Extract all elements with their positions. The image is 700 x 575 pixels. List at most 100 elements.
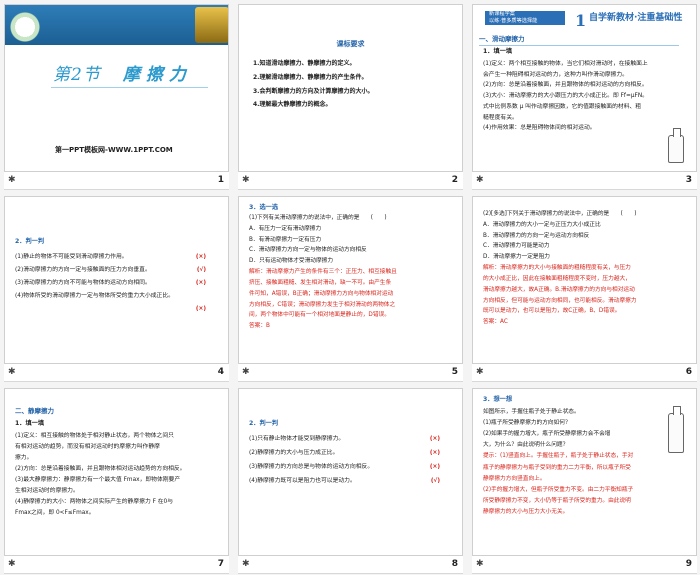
slide-2-bar: ✱ 2 — [238, 172, 463, 190]
sub-heading: 3．想一想 — [483, 396, 513, 403]
list-item: 4.理解最大静摩擦力的概念。 — [253, 101, 332, 109]
judge-text: (2)滑动摩擦力的方向一定与接触面的压力方向垂直。 — [15, 267, 151, 274]
sub-heading: 2．判一判 — [249, 420, 279, 427]
judge-item: (2)滑动摩擦力的方向一定与接触面的压力方向垂直。 (√) — [15, 264, 220, 277]
judge-mark: (×) — [195, 280, 206, 287]
slide-5[interactable]: 3．选一选 (1)下列有关滑动摩擦力的说法中，正确的是 ( ) A．有压力一定有… — [238, 196, 463, 364]
slide-4-bar: ✱ 4 — [4, 364, 229, 382]
text-line: 糙程度有关。 — [483, 114, 518, 121]
slide-number: 5 — [451, 367, 458, 377]
option[interactable]: C．滑动摩擦力可能是动力 — [483, 241, 688, 252]
analysis-line: 方向相反，但可能与运动方向相同，也可能相反。滑动摩擦力 — [483, 297, 637, 304]
answer-line: 答案：AC — [483, 319, 508, 326]
judge-item: (2)静摩擦力的大小与压力成正比。 (×) — [249, 447, 454, 461]
option[interactable]: D．只有运动物体才受滑动摩擦力 — [249, 256, 454, 267]
judge-mark: (×) — [429, 463, 440, 470]
slide-8-bar: ✱ 8 — [238, 556, 463, 574]
slide-4[interactable]: 2．判一判 (1)静止的物体不可能受到滑动摩擦力作用。 (×) (2)滑动摩擦力的… — [4, 196, 229, 364]
question-stem: (1)下列有关滑动摩擦力的说法中，正确的是 ( ) — [249, 215, 387, 221]
judge-mark: (×) — [429, 449, 440, 456]
option[interactable]: D．滑动摩擦力一定是阻力 — [483, 252, 688, 263]
star-icon: ✱ — [242, 367, 250, 377]
star-icon: ✱ — [242, 175, 250, 185]
question-block: (2)[多选]下列关于滑动摩擦力的说法中，正确的是 ( ) A．滑动摩擦力的大小… — [483, 209, 688, 328]
slide-9-bar: ✱ 9 — [472, 556, 697, 574]
content-block: (1)定义：相互接触的物体处于相对静止状态，两个物体之间只 有相对运动的趋势，而… — [15, 431, 220, 519]
dandelion-image — [5, 5, 85, 45]
slide-number: 4 — [217, 367, 224, 377]
list-item: 2.理解滑动摩擦力、静摩擦力的产生条件。 — [253, 73, 368, 81]
sub-heading: 3．选一选 — [249, 204, 279, 211]
slide-9[interactable]: 3．想一想 如图所示，手握住瓶子处于静止状态。 (1)瓶子所受静摩擦力的方向如何… — [472, 388, 697, 556]
text-line: (3)最大静摩擦力：静摩擦力有一个最大值 Fmax，即物体刚要产 — [15, 477, 181, 483]
judge-text: (4)静摩擦力既可以是阻力也可以是动力。 — [249, 477, 356, 484]
slide-3-bar: ✱ 3 — [472, 172, 697, 190]
slide-5-bar: ✱ 5 — [238, 364, 463, 382]
text-line: (1)定义：相互接触的物体处于相对静止状态，两个物体之间只 — [15, 433, 174, 439]
judge-text: (4)物体所受的滑动摩擦力一定与物体所受的重力大小成正比。 — [15, 293, 174, 300]
hint-line: 静摩擦力的大小与压力大小无关。 — [483, 508, 569, 515]
text-line: (1)瓶子所受静摩擦力的方向如何？ — [483, 420, 571, 427]
hint-line: 静摩擦力方向竖直向上。 — [483, 475, 546, 482]
slide-title: 第2节 摩擦力 — [53, 65, 192, 85]
slide-6-bar: ✱ 6 — [472, 364, 697, 382]
slide-1[interactable]: 第2节 摩擦力 第一PPT模板网-WWW.1PPT.COM — [4, 4, 229, 172]
title-underline — [51, 87, 208, 88]
analysis-line: 方向相反，C错误；滑动摩擦力发生于相对滑动的两物体之 — [249, 301, 396, 308]
judge-item: (1)静止的物体不可能受到滑动摩擦力作用。 (×) — [15, 251, 220, 264]
analysis-line: 滑动摩擦力越大，故A正确。B.滑动摩擦力的方向与相对运动 — [483, 286, 635, 293]
option[interactable]: A．滑动摩擦力的大小一定与正压力大小成正比 — [483, 220, 688, 231]
bottle-icon — [668, 128, 684, 163]
analysis-line: 解析：滑动摩擦力的大小与接触面的粗糙程度有关，与压力 — [483, 265, 631, 272]
slide-3[interactable]: 新课程学案 以练·普多质等选择能 1 自学新教材·注重基础性 一、滑动摩擦力 1… — [472, 4, 697, 172]
judge-item: (3)滑动摩擦力的方向不可能与物体的运动方向相同。 (×) — [15, 277, 220, 290]
option[interactable]: B．滑动摩擦力的方向一定与运动方向相反 — [483, 231, 688, 242]
hint-line: 提示：(1)竖直向上。手握住瓶子，瓶子处于静止状态，手对 — [483, 453, 634, 460]
text-line: (2)如果手的握力增大，瓶子所受静摩擦力会不会增 — [483, 431, 611, 438]
list-item: 3.会判断摩擦力的方向及计算摩擦力的大小。 — [253, 87, 374, 95]
analysis-line: 挤压、接触面粗糙、发生相对滑动，缺一不可。由产生条 — [249, 279, 392, 286]
slide-heading: 课标要求 — [336, 40, 365, 48]
content-block: (1)定义：两个相互接触的物体，当它们相对滑动时，在接触面上 会产生一种阻碍相对… — [483, 59, 662, 134]
banner-tag: 新课程学案 以练·普多质等选择能 — [485, 11, 565, 25]
judge-text: (1)只有静止物体才能受到静摩擦力。 — [249, 436, 345, 442]
slide-number: 8 — [451, 559, 458, 569]
hint-line: 所受静摩擦力不变，大小仍等于瓶子所受的重力。由此说明 — [483, 497, 631, 504]
star-icon: ✱ — [476, 175, 484, 185]
list-item: 1.知道滑动摩擦力、静摩擦力的定义。 — [253, 60, 356, 67]
text-line: Fmax之间，即 0<F≤Fmax。 — [15, 510, 95, 516]
slide-number: 7 — [217, 559, 224, 569]
star-icon: ✱ — [476, 559, 484, 569]
slide-8[interactable]: 2．判一判 (1)只有静止物体才能受到静摩擦力。 (×) (2)静摩擦力的大小与压… — [238, 388, 463, 556]
option[interactable]: C．滑动摩擦力方向一定与物体的运动方向相反 — [249, 245, 454, 256]
option[interactable]: A．有压力一定有滑动摩擦力 — [249, 224, 454, 235]
objective-list: 1.知道滑动摩擦力、静摩擦力的定义。 2.理解滑动摩擦力、静摩擦力的产生条件。 … — [253, 57, 454, 112]
option[interactable]: B．有滑动摩擦力一定有压力 — [249, 235, 454, 246]
slide-7[interactable]: 二、静摩擦力 1．填一填 (1)定义：相互接触的物体处于相对静止状态，两个物体之… — [4, 388, 229, 556]
slide-2[interactable]: 课标要求 1.知道滑动摩擦力、静摩擦力的定义。 2.理解滑动摩擦力、静摩擦力的产… — [238, 4, 463, 172]
judge-list: (1)静止的物体不可能受到滑动摩擦力作用。 (×) (2)滑动摩擦力的方向一定与接… — [15, 251, 220, 315]
banner-text: 自学新教材·注重基础性 — [589, 13, 683, 23]
judge-item: (4)物体所受的滑动摩擦力一定与物体所受的重力大小成正比。 — [15, 290, 220, 303]
star-icon: ✱ — [8, 559, 16, 569]
text-line: (2)方向：总是沿着接触面，并且跟物体的相对运动的方向相反。 — [483, 82, 648, 89]
text-line: (4)作用效果：总是阻碍物体间的相对运动。 — [483, 125, 596, 132]
judge-mark: (×) — [429, 436, 440, 442]
judge-mark: (√) — [196, 267, 206, 274]
judge-list: (1)只有静止物体才能受到静摩擦力。 (×) (2)静摩擦力的大小与压力成正比。(… — [249, 433, 454, 489]
analysis-line: 解析：滑动摩擦力产生的条件有三个：正压力、相互接触且 — [249, 269, 397, 276]
slide-grid: 第2节 摩擦力 第一PPT模板网-WWW.1PPT.COM ✱ 1 课标要求 1.… — [0, 0, 700, 575]
question-block: (1)下列有关滑动摩擦力的说法中，正确的是 ( ) A．有压力一定有滑动摩擦力 … — [249, 213, 454, 332]
slide-7-bar: ✱ 7 — [4, 556, 229, 574]
sub-heading: 1．填一填 — [15, 420, 45, 427]
sub-heading: 1．填一填 — [483, 48, 513, 55]
question-stem: (2)[多选]下列关于滑动摩擦力的说法中，正确的是 ( ) — [483, 211, 637, 217]
text-line: 生相对运动时的摩擦力。 — [15, 488, 79, 494]
slide-6[interactable]: (2)[多选]下列关于滑动摩擦力的说法中，正确的是 ( ) A．滑动摩擦力的大小… — [472, 196, 697, 364]
section-banner: 新课程学案 以练·普多质等选择能 1 自学新教材·注重基础性 — [479, 9, 690, 31]
judge-text: (3)静摩擦力的方向总是与物体的运动方向相反。 — [249, 463, 374, 470]
analysis-line: 间，两个物体中可能有一个相对地面是静止的，D错误。 — [249, 312, 390, 319]
text-line: (3)大小：滑动摩擦力的大小跟压力的大小成正比。即 Ff=μFN。 — [483, 93, 648, 100]
analysis-line: 的大小成正比，因此在接触面粗糙程度不变时，压力越大， — [483, 275, 631, 282]
text-line: (4)静摩擦力的大小：两物体之间实际产生的静摩擦力 F 在0与 — [15, 499, 174, 505]
